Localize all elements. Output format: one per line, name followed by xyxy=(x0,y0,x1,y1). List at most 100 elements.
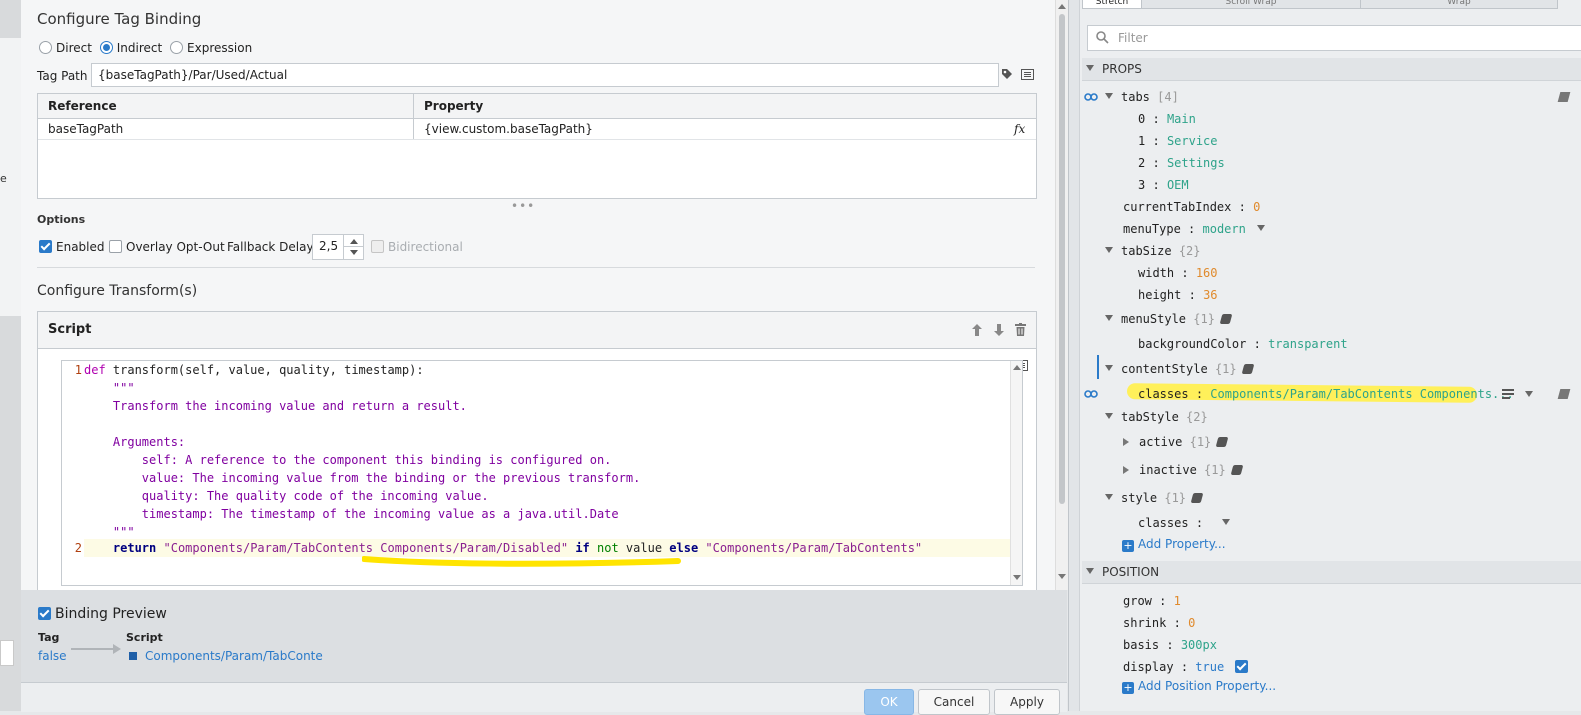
scroll-up-icon[interactable] xyxy=(1058,4,1066,9)
prop-value[interactable]: 1 xyxy=(1174,594,1181,608)
scroll-down-icon[interactable] xyxy=(1058,574,1066,579)
left-panel-input[interactable] xyxy=(0,640,14,666)
expand-icon[interactable] xyxy=(1105,365,1113,371)
display-checkbox[interactable] xyxy=(1235,660,1249,673)
column-header-reference[interactable]: Reference xyxy=(48,96,117,116)
binding-link-icon[interactable] xyxy=(1084,389,1098,399)
position-section-header[interactable]: POSITION xyxy=(1082,561,1581,584)
prop-tab-style[interactable]: tabStyle {2} xyxy=(1105,406,1208,428)
style-edit-icon[interactable] xyxy=(1190,493,1204,503)
prop-height[interactable]: height : 36 xyxy=(1138,284,1218,306)
prop-value[interactable]: OEM xyxy=(1167,178,1189,192)
move-up-icon[interactable] xyxy=(972,324,982,339)
prop-tabs[interactable]: tabs [4] xyxy=(1105,86,1179,108)
prop-width[interactable]: width : 160 xyxy=(1138,262,1218,284)
dropdown-chevron-icon[interactable] xyxy=(1257,225,1266,231)
reference-cell[interactable]: baseTagPath xyxy=(48,119,123,139)
stepper-down-icon[interactable] xyxy=(350,250,358,255)
ok-button[interactable]: OK xyxy=(864,689,914,715)
resize-grip-icon[interactable]: ••• xyxy=(511,200,535,212)
radio-indirect[interactable]: Indirect xyxy=(99,41,162,55)
binding-preview-checkbox[interactable] xyxy=(38,607,51,620)
expand-icon[interactable] xyxy=(1105,315,1113,321)
prop-value[interactable]: transparent xyxy=(1268,337,1347,351)
filter-input[interactable]: Filter xyxy=(1087,25,1581,51)
tag-browse-icon[interactable] xyxy=(1001,68,1013,80)
radio-indirect-circle[interactable] xyxy=(99,41,113,54)
style-edit-icon[interactable] xyxy=(1215,437,1229,447)
dropdown-chevron-icon[interactable] xyxy=(1222,519,1231,525)
prop-menu-style[interactable]: menuStyle {1} xyxy=(1105,308,1233,330)
radio-expression-circle[interactable] xyxy=(170,41,184,54)
prop-tab-size[interactable]: tabSize {2} xyxy=(1105,240,1201,262)
prop-background-color[interactable]: backgroundColor : transparent xyxy=(1138,333,1348,355)
radio-direct-circle[interactable] xyxy=(39,41,52,54)
collapse-icon[interactable] xyxy=(1086,65,1094,71)
prop-grow[interactable]: grow : 1 xyxy=(1123,590,1181,612)
style-edit-icon[interactable] xyxy=(1241,364,1254,374)
prop-value[interactable]: true xyxy=(1195,660,1224,674)
expand-icon[interactable] xyxy=(1105,247,1113,253)
move-down-icon[interactable] xyxy=(994,324,1004,339)
option-enabled[interactable]: Enabled xyxy=(39,239,105,255)
panel-splitter[interactable] xyxy=(1069,0,1080,711)
option-overlay-opt-out[interactable]: Overlay Opt-Out xyxy=(109,239,225,255)
code-docstring[interactable]: timestamp: The timestamp of the incoming… xyxy=(84,505,619,523)
prop-style[interactable]: style {1} xyxy=(1105,487,1204,509)
table-row[interactable]: baseTagPath {view.custom.baseTagPath} fx xyxy=(38,119,1036,140)
scroll-down-icon[interactable] xyxy=(1013,575,1021,580)
dropdown-chevron-icon[interactable] xyxy=(1525,391,1533,397)
collapse-icon[interactable] xyxy=(1086,568,1094,574)
prop-active[interactable]: active {1} xyxy=(1123,431,1229,453)
add-property-link[interactable]: + Add Property... xyxy=(1122,534,1226,554)
stepper-up-icon[interactable] xyxy=(350,239,358,244)
prop-value[interactable]: modern xyxy=(1203,222,1246,236)
fallback-delay-stepper[interactable]: 2,5 xyxy=(312,234,364,260)
prop-tab-item[interactable]: 0 : Main xyxy=(1138,108,1196,130)
prop-tab-item[interactable]: 3 : OEM xyxy=(1138,174,1189,196)
tab-wrap[interactable]: Wrap xyxy=(1360,0,1558,9)
code-docstring[interactable]: self: A reference to the component this … xyxy=(84,451,612,469)
property-cell[interactable]: {view.custom.baseTagPath} xyxy=(424,119,593,139)
option-bidirectional[interactable]: Bidirectional xyxy=(371,239,463,255)
code-scrollbar[interactable] xyxy=(1010,361,1022,585)
code-docstring[interactable]: Arguments: xyxy=(84,433,185,451)
tab-stretch[interactable]: Stretch xyxy=(1082,0,1142,9)
code-docstring-open[interactable]: """ xyxy=(84,379,135,397)
prop-value[interactable]: 300px xyxy=(1181,638,1217,652)
fx-icon[interactable]: fx xyxy=(1014,119,1025,139)
prop-style-classes[interactable]: classes : xyxy=(1138,512,1231,534)
binding-preview-toggle[interactable]: Binding Preview xyxy=(38,606,167,622)
prop-value[interactable]: 0 xyxy=(1188,616,1195,630)
prop-shrink[interactable]: shrink : 0 xyxy=(1123,612,1195,634)
prop-value[interactable]: Settings xyxy=(1167,156,1225,170)
style-edit-icon[interactable] xyxy=(1230,465,1244,475)
expand-icon[interactable] xyxy=(1105,413,1113,419)
expand-icon[interactable] xyxy=(1105,494,1113,500)
tag-path-input[interactable]: {baseTagPath}/Par/Used/Actual xyxy=(91,63,999,87)
scroll-thumb[interactable] xyxy=(1059,14,1065,504)
radio-expression[interactable]: Expression xyxy=(170,41,252,55)
expand-right-icon[interactable] xyxy=(1123,466,1129,474)
prop-value[interactable]: Service xyxy=(1167,134,1218,148)
code-docstring[interactable]: value: The incoming value from the bindi… xyxy=(84,469,641,487)
dialog-scrollbar[interactable] xyxy=(1055,0,1068,590)
prop-value[interactable]: Components/Param/TabContents Components.… xyxy=(1210,387,1513,401)
edit-icon[interactable] xyxy=(1557,389,1571,399)
prop-display[interactable]: display : true xyxy=(1123,656,1252,678)
prop-value[interactable]: 160 xyxy=(1196,266,1218,280)
expand-right-icon[interactable] xyxy=(1123,438,1129,446)
binding-link-icon[interactable] xyxy=(1084,92,1098,102)
code-docstring[interactable]: quality: The quality code of the incomin… xyxy=(84,487,489,505)
edit-icon[interactable] xyxy=(1557,92,1571,102)
prop-classes[interactable]: classes : Components/Param/TabContents C… xyxy=(1138,383,1514,405)
list-edit-icon[interactable] xyxy=(1502,389,1514,399)
expand-icon[interactable] xyxy=(1105,93,1113,99)
fallback-delay-value[interactable]: 2,5 xyxy=(319,239,338,253)
bidirectional-checkbox[interactable] xyxy=(371,240,384,253)
column-header-property[interactable]: Property xyxy=(424,96,483,116)
prop-current-tab-index[interactable]: currentTabIndex : 0 xyxy=(1123,196,1260,218)
prop-value[interactable]: Main xyxy=(1167,112,1196,126)
apply-button[interactable]: Apply xyxy=(994,689,1060,715)
cancel-button[interactable]: Cancel xyxy=(918,689,990,715)
